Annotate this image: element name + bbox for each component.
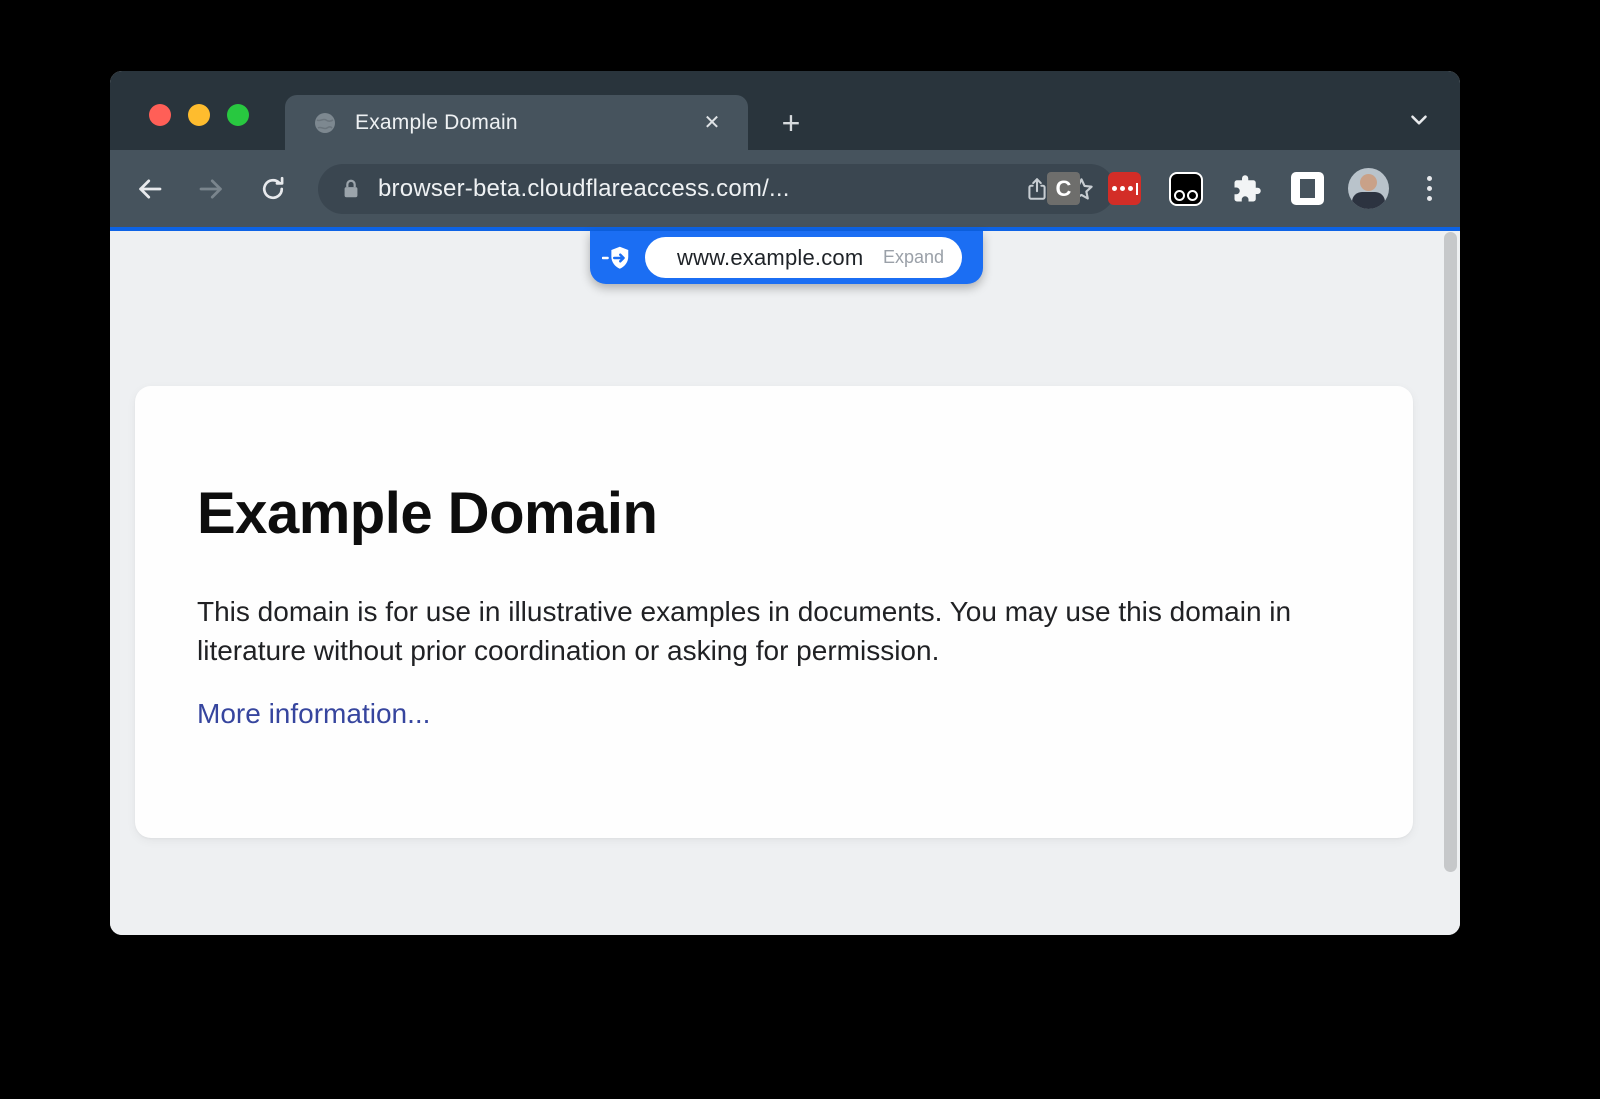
example-domain-card: Example Domain This domain is for use in… <box>135 386 1413 838</box>
clickup-extension-icon[interactable]: C <box>1033 150 1094 227</box>
new-tab-button[interactable]: + <box>772 104 810 142</box>
close-window-button[interactable] <box>149 104 171 126</box>
lastpass-extension-icon[interactable] <box>1094 150 1155 227</box>
browser-menu-icon[interactable] <box>1399 150 1460 227</box>
expand-button[interactable]: Expand <box>883 247 944 268</box>
reload-button[interactable] <box>251 167 295 211</box>
page-title: Example Domain <box>197 482 1351 546</box>
vertical-scrollbar-thumb[interactable] <box>1444 232 1457 872</box>
extensions-puzzle-icon[interactable] <box>1216 150 1277 227</box>
isolation-banner: www.example.com Expand <box>590 231 983 284</box>
extensions-area: C <box>1033 150 1460 227</box>
close-tab-icon[interactable]: ✕ <box>698 109 726 137</box>
isolation-domain-pill[interactable]: www.example.com Expand <box>645 237 962 278</box>
page-paragraph: This domain is for use in illustrative e… <box>197 592 1347 670</box>
tab-title: Example Domain <box>355 111 698 135</box>
profile-avatar[interactable] <box>1338 150 1399 227</box>
url-text: browser-beta.cloudflareaccess.com/... <box>378 175 1015 203</box>
shield-arrow-icon <box>602 243 632 273</box>
side-panel-icon[interactable] <box>1277 150 1338 227</box>
address-bar[interactable]: browser-beta.cloudflareaccess.com/... <box>318 164 1115 214</box>
back-button[interactable] <box>128 167 172 211</box>
tab-strip: Example Domain ✕ + <box>110 71 1460 150</box>
tab-search-chevron-icon[interactable] <box>1406 107 1432 133</box>
goggles-extension-icon[interactable] <box>1155 150 1216 227</box>
forward-button[interactable] <box>189 167 233 211</box>
lock-icon[interactable] <box>340 178 362 200</box>
browser-window: Example Domain ✕ + <box>110 71 1460 935</box>
minimize-window-button[interactable] <box>188 104 210 126</box>
more-information-link[interactable]: More information... <box>197 698 430 730</box>
page-viewport: www.example.com Expand Example Domain Th… <box>110 231 1460 935</box>
globe-favicon-icon <box>313 111 337 135</box>
zoom-window-button[interactable] <box>227 104 249 126</box>
tab-example-domain[interactable]: Example Domain ✕ <box>285 95 748 150</box>
toolbar: browser-beta.cloudflareaccess.com/... C <box>110 150 1460 227</box>
window-controls <box>149 104 249 126</box>
isolated-domain-label: www.example.com <box>677 245 863 271</box>
